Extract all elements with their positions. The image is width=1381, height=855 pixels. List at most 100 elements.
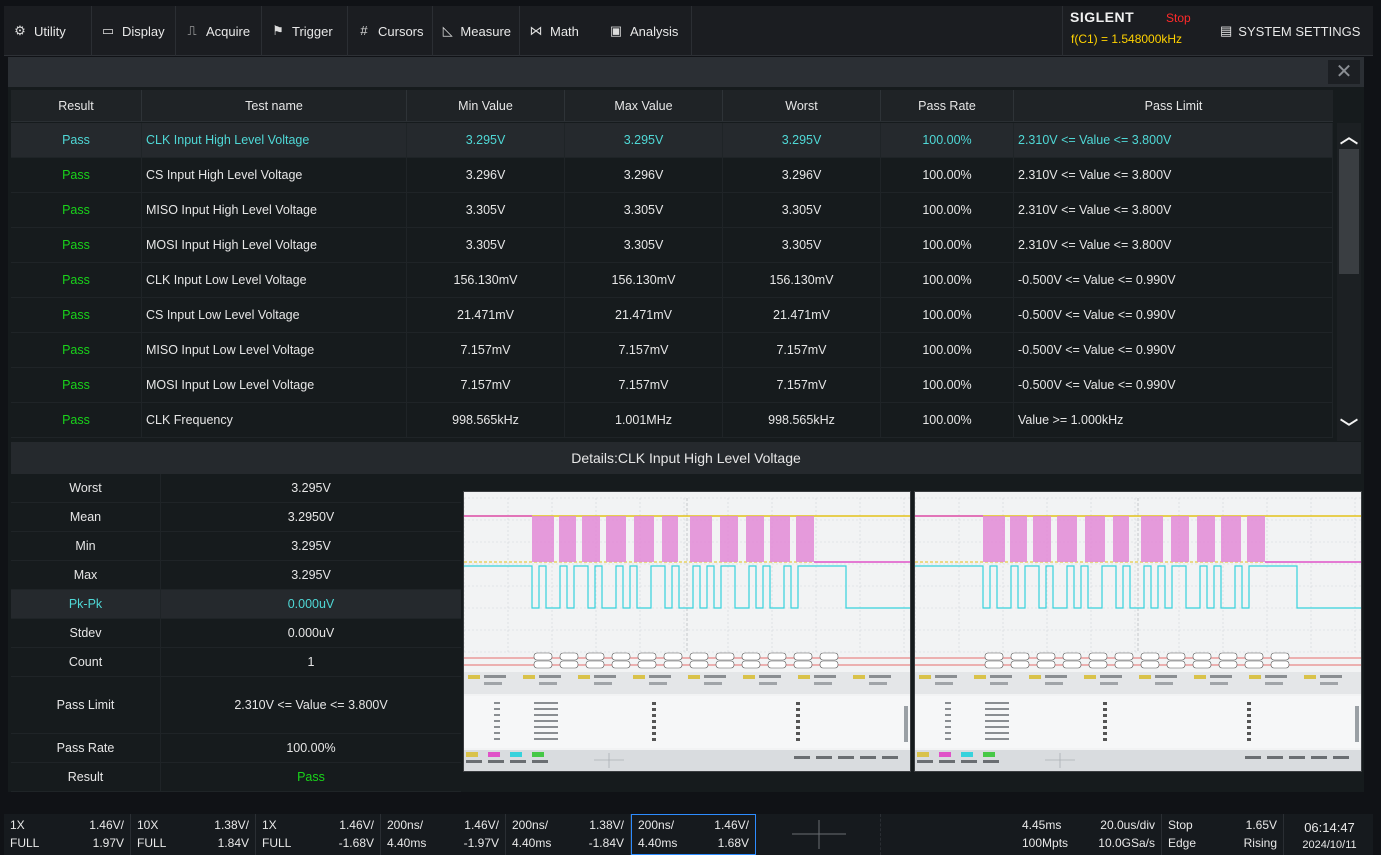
- cell-min: 156.130mV: [407, 263, 565, 297]
- stat-row-worst[interactable]: Worst 3.295V: [11, 474, 461, 503]
- flag-icon: ⚑: [272, 23, 284, 38]
- col-max-value[interactable]: Max Value: [565, 90, 723, 121]
- run-state[interactable]: Stop: [1166, 11, 1191, 25]
- col-min-value[interactable]: Min Value: [407, 90, 565, 121]
- stat-row-result[interactable]: Result Pass: [11, 763, 461, 792]
- table-row[interactable]: Pass MOSI Input High Level Voltage 3.305V 3…: [11, 228, 1333, 263]
- menu-utility[interactable]: ⚙ Utility: [4, 6, 92, 56]
- cell-max: 3.305V: [565, 193, 723, 227]
- menu-acquire[interactable]: ⎍ Acquire: [176, 6, 262, 56]
- stat-label: Worst: [11, 474, 161, 502]
- cell-result: Pass: [11, 298, 142, 332]
- channel-1-info[interactable]: 1X 1.46V/ FULL 1.97V: [4, 814, 131, 855]
- cell-worst: 7.157mV: [723, 368, 881, 402]
- table-row[interactable]: Pass CS Input High Level Voltage 3.296V 3.2…: [11, 158, 1333, 193]
- details-title: Details:CLK Input High Level Voltage: [11, 442, 1361, 474]
- scroll-thumb[interactable]: [1339, 149, 1359, 274]
- top-menu-bar: ⚙ Utility ▭ Display ⎍ Acquire ⚑ Trigger # Cur…: [4, 6, 1373, 56]
- system-settings-button[interactable]: ▤ SYSTEM SETTINGS: [1212, 6, 1373, 56]
- table-row[interactable]: Pass CS Input Low Level Voltage 21.471mV 21…: [11, 298, 1333, 333]
- panel-title-bar: ✕: [8, 57, 1364, 87]
- cell-worst: 998.565kHz: [723, 403, 881, 437]
- cell-pass-limit: -0.500V <= Value <= 0.990V: [1014, 333, 1333, 367]
- cell-pass-limit: 2.310V <= Value <= 3.800V: [1014, 193, 1333, 227]
- cell-pass-rate: 100.00%: [881, 193, 1014, 227]
- table-scrollbar[interactable]: ︿ ﹀: [1337, 123, 1361, 441]
- cell-max: 21.471mV: [565, 298, 723, 332]
- cell-max: 1.001MHz: [565, 403, 723, 437]
- col-test-name[interactable]: Test name: [142, 90, 407, 121]
- col-worst[interactable]: Worst: [723, 90, 881, 121]
- zoom-3-info[interactable]: 200ns/ 1.46V/ 4.40ms 1.68V: [631, 814, 756, 855]
- cell-min: 7.157mV: [407, 368, 565, 402]
- zoom-1-info[interactable]: 200ns/ 1.46V/ 4.40ms -1.97V: [381, 814, 506, 855]
- add-channel-crosshair[interactable]: [756, 814, 881, 855]
- cursors-icon: #: [360, 23, 368, 38]
- timebase-info[interactable]: 4.45ms 20.0us/div 100Mpts 10.0GSa/s: [1016, 814, 1162, 855]
- cell-result: Pass: [11, 193, 142, 227]
- chevron-down-icon[interactable]: ﹀: [1337, 415, 1361, 441]
- menu-analysis[interactable]: ▣ Analysis: [600, 6, 692, 56]
- cell-worst: 3.295V: [723, 123, 881, 157]
- table-row[interactable]: Pass CLK Frequency 998.565kHz 1.001MHz 998.5…: [11, 403, 1333, 438]
- zoom-2-info[interactable]: 200ns/ 1.38V/ 4.40ms -1.84V: [506, 814, 631, 855]
- stat-row-pass-rate[interactable]: Pass Rate 100.00%: [11, 734, 461, 763]
- col-pass-limit[interactable]: Pass Limit: [1014, 90, 1333, 121]
- stat-label: Count: [11, 648, 161, 676]
- settings-doc-icon: ▤: [1220, 23, 1233, 38]
- menu-measure[interactable]: ◺ Measure: [433, 6, 520, 56]
- cell-min: 3.295V: [407, 123, 565, 157]
- cell-worst: 156.130mV: [723, 263, 881, 297]
- table-row[interactable]: Pass CLK Input Low Level Voltage 156.130mV…: [11, 263, 1333, 298]
- menu-trigger[interactable]: ⚑ Trigger: [262, 6, 348, 56]
- col-result[interactable]: Result: [11, 90, 142, 121]
- cell-pass-rate: 100.00%: [881, 298, 1014, 332]
- cell-max: 7.157mV: [565, 368, 723, 402]
- trigger-info[interactable]: Stop 1.65V Edge Rising: [1162, 814, 1284, 855]
- table-row[interactable]: Pass MISO Input Low Level Voltage 7.157mV 7…: [11, 333, 1333, 368]
- stat-value: 3.295V: [291, 539, 331, 553]
- stat-value: 0.000uV: [287, 626, 335, 640]
- stat-row-mean[interactable]: Mean 3.2950V: [11, 503, 461, 532]
- stat-row-count[interactable]: Count 1: [11, 648, 461, 677]
- cell-pass-limit: 2.310V <= Value <= 3.800V: [1014, 228, 1333, 262]
- table-row[interactable]: Pass CLK Input High Level Voltage 3.295V 3.…: [11, 123, 1333, 158]
- stat-value: 3.295V: [291, 568, 331, 582]
- cell-worst: 7.157mV: [723, 333, 881, 367]
- stat-label: Pk-Pk: [11, 590, 161, 618]
- stat-row-max[interactable]: Max 3.295V: [11, 561, 461, 590]
- waveform-screenshot-1[interactable]: [463, 491, 911, 772]
- stat-label: Stdev: [11, 619, 161, 647]
- chevron-up-icon[interactable]: ︿: [1337, 123, 1361, 149]
- cell-result: Pass: [11, 158, 142, 192]
- table-row[interactable]: Pass MOSI Input Low Level Voltage 7.157mV 7…: [11, 368, 1333, 403]
- cell-max: 3.295V: [565, 123, 723, 157]
- menu-display[interactable]: ▭ Display: [92, 6, 176, 56]
- cell-test-name: CLK Frequency: [142, 403, 407, 437]
- cell-test-name: MISO Input Low Level Voltage: [142, 333, 407, 367]
- cell-pass-limit: Value >= 1.000kHz: [1014, 403, 1333, 437]
- stat-row-pass-limit[interactable]: Pass Limit 2.310V <= Value <= 3.800V: [11, 677, 461, 734]
- stat-row-stdev[interactable]: Stdev 0.000uV: [11, 619, 461, 648]
- channel-2-info[interactable]: 10X 1.38V/ FULL 1.84V: [131, 814, 256, 855]
- stat-label: Mean: [11, 503, 161, 531]
- crosshair-icon: [792, 820, 846, 849]
- cell-pass-limit: -0.500V <= Value <= 0.990V: [1014, 368, 1333, 402]
- cell-min: 998.565kHz: [407, 403, 565, 437]
- stat-row-min[interactable]: Min 3.295V: [11, 532, 461, 561]
- close-icon[interactable]: ✕: [1328, 60, 1360, 84]
- cell-min: 3.305V: [407, 228, 565, 262]
- waveform-image: [464, 492, 910, 771]
- cell-result: Pass: [11, 333, 142, 367]
- menu-math[interactable]: ⋈ Math: [520, 6, 600, 56]
- cell-min: 7.157mV: [407, 333, 565, 367]
- cell-pass-limit: 2.310V <= Value <= 3.800V: [1014, 123, 1333, 157]
- waveform-screenshot-2[interactable]: [914, 491, 1362, 772]
- menu-cursors[interactable]: # Cursors: [348, 6, 433, 56]
- col-pass-rate[interactable]: Pass Rate: [881, 90, 1014, 121]
- channel-3-info[interactable]: 1X 1.46V/ FULL -1.68V: [256, 814, 381, 855]
- stat-label: Pass Limit: [11, 677, 161, 733]
- stat-row-pk-pk[interactable]: Pk-Pk 0.000uV: [11, 590, 461, 619]
- table-row[interactable]: Pass MISO Input High Level Voltage 3.305V 3…: [11, 193, 1333, 228]
- cell-result: Pass: [11, 228, 142, 262]
